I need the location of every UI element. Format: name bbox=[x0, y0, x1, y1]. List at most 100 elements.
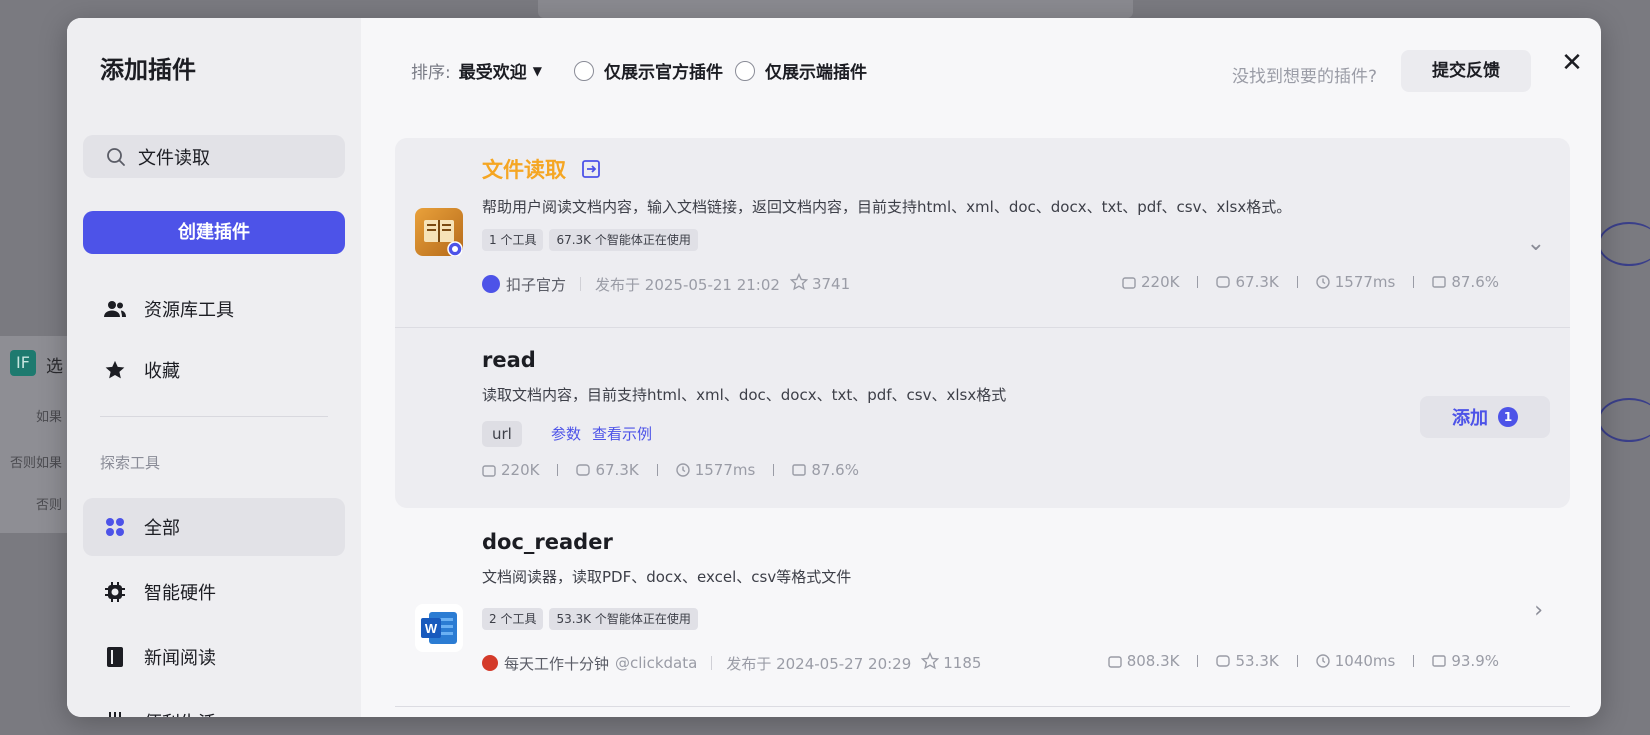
sort-label: 排序: bbox=[411, 63, 451, 83]
sidebar-divider bbox=[100, 416, 328, 417]
modal-title: 添加插件 bbox=[100, 56, 196, 84]
users-icon bbox=[104, 298, 126, 320]
add-count-badge: 1 bbox=[1498, 407, 1518, 427]
star-outline-icon bbox=[789, 272, 809, 295]
search-input[interactable] bbox=[138, 146, 318, 167]
view-example-link[interactable]: 查看示例 bbox=[592, 423, 652, 444]
close-icon[interactable]: ✕ bbox=[1557, 48, 1587, 78]
sidebar-item-convenience[interactable]: 便利生活 bbox=[83, 693, 345, 717]
sidebar-item-label: 资源库工具 bbox=[144, 300, 234, 321]
params-link[interactable]: 参数 bbox=[551, 423, 581, 444]
plugin-stats: 220K 67.3K 1577ms 87.6% bbox=[1122, 273, 1499, 291]
stat-latency: 1577ms bbox=[694, 461, 756, 479]
plugin-list-panel: 排序: 最受欢迎 ▼ 仅展示官方插件 仅展示端插件 没找到想要的插件? 提交反馈… bbox=[361, 18, 1601, 717]
plugin-stats: 808.3K 53.3K 1040ms 93.9% bbox=[1108, 652, 1499, 670]
feedback-button[interactable]: 提交反馈 bbox=[1401, 50, 1531, 92]
chevron-right-icon[interactable]: › bbox=[1534, 598, 1543, 623]
publish-date: 发布于 2025-05-21 21:02 bbox=[595, 275, 780, 294]
sidebar-item-favorites[interactable]: 收藏 bbox=[83, 341, 345, 399]
stat-latency: 1040ms bbox=[1334, 652, 1396, 670]
sidebar-item-label: 便利生活 bbox=[144, 709, 216, 717]
sidebar-item-label: 收藏 bbox=[144, 361, 180, 382]
tool-count-tag: 2 个工具 bbox=[482, 608, 544, 630]
book-icon bbox=[104, 646, 126, 668]
param-tag-url: url bbox=[482, 421, 522, 447]
open-link-icon[interactable] bbox=[581, 159, 601, 184]
stat-agents: 53.3K bbox=[1235, 652, 1279, 670]
sidebar-item-news[interactable]: 新闻阅读 bbox=[83, 628, 345, 686]
stat-calls: 220K bbox=[1141, 273, 1180, 291]
bot-icon bbox=[1108, 656, 1122, 668]
if-node-line: 如果 bbox=[36, 410, 63, 425]
plugin-title[interactable]: 文件读取 bbox=[482, 158, 566, 182]
official-only-label[interactable]: 仅展示官方插件 bbox=[604, 58, 723, 83]
bot-icon bbox=[482, 465, 496, 477]
tool-description: 读取文档内容，目前支持html、xml、doc、docx、txt、pdf、csv… bbox=[482, 386, 1007, 404]
create-plugin-button[interactable]: 创建插件 bbox=[83, 211, 345, 254]
author-avatar bbox=[482, 655, 498, 671]
sidebar-item-label: 智能硬件 bbox=[144, 583, 216, 604]
chevron-down-icon[interactable]: ⌄ bbox=[1527, 231, 1545, 256]
stat-success-rate: 87.6% bbox=[811, 461, 859, 479]
sidebar: 添加插件 创建插件 资源库工具 收藏 探索工具 全部 bbox=[67, 18, 361, 717]
stat-calls: 808.3K bbox=[1126, 652, 1180, 670]
background-card bbox=[538, 0, 1133, 18]
tool-count-tag: 1 个工具 bbox=[482, 229, 544, 251]
caret-down-icon[interactable]: ▼ bbox=[533, 64, 542, 78]
plugin-author: 扣子官方 bbox=[506, 275, 567, 294]
list-divider bbox=[395, 706, 1570, 707]
star-outline-icon bbox=[921, 651, 940, 674]
add-tool-button[interactable]: 添加 1 bbox=[1420, 396, 1550, 438]
tool-name: read bbox=[482, 348, 536, 372]
sidebar-item-smart-hardware[interactable]: 智能硬件 bbox=[83, 563, 345, 621]
sort-dropdown[interactable]: 最受欢迎 bbox=[459, 58, 527, 83]
usage-tag: 53.3K 个智能体正在使用 bbox=[549, 608, 698, 630]
plugin-card-expanded bbox=[395, 138, 1570, 508]
if-node-line: 否则 bbox=[36, 498, 63, 513]
agent-icon bbox=[1216, 655, 1231, 667]
plugin-title[interactable]: doc_reader bbox=[482, 530, 613, 554]
stat-latency: 1577ms bbox=[1334, 273, 1396, 291]
plugin-description: 文档阅读器，读取PDF、docx、excel、csv等格式文件 bbox=[482, 568, 852, 586]
stat-agents: 67.3K bbox=[1235, 273, 1279, 291]
success-rate-icon bbox=[1432, 655, 1447, 667]
clock-icon bbox=[1316, 275, 1330, 289]
if-node-title: 选 bbox=[46, 357, 63, 377]
explore-section-title: 探索工具 bbox=[100, 454, 161, 472]
device-only-radio[interactable] bbox=[734, 60, 755, 81]
official-only-radio[interactable] bbox=[573, 60, 594, 81]
clock-icon bbox=[1316, 654, 1330, 668]
grid-icon bbox=[104, 516, 126, 538]
agent-icon bbox=[1216, 276, 1231, 288]
plugin-author: 每天工作十分钟 bbox=[504, 654, 610, 673]
star-count: 1185 bbox=[943, 654, 982, 672]
search-box[interactable] bbox=[83, 135, 345, 178]
stat-success-rate: 87.6% bbox=[1451, 273, 1499, 291]
author-handle: @clickdata bbox=[615, 654, 698, 672]
success-rate-icon bbox=[792, 464, 807, 476]
official-badge-icon bbox=[482, 275, 500, 293]
word-logo-icon: W bbox=[415, 604, 463, 652]
sidebar-item-all[interactable]: 全部 bbox=[83, 498, 345, 556]
sidebar-item-label: 全部 bbox=[144, 518, 180, 539]
sidebar-item-library-tools[interactable]: 资源库工具 bbox=[83, 280, 345, 338]
file-reader-logo-icon bbox=[415, 208, 463, 257]
success-rate-icon bbox=[1432, 276, 1447, 288]
bot-icon bbox=[1122, 277, 1136, 289]
if-node-badge: IF bbox=[10, 350, 36, 376]
tool-divider bbox=[395, 327, 1570, 328]
if-node-line: 否则如果 bbox=[10, 456, 63, 471]
search-icon bbox=[107, 147, 125, 166]
stat-calls: 220K bbox=[501, 461, 540, 479]
usage-tag: 67.3K 个智能体正在使用 bbox=[549, 229, 698, 251]
publish-date: 发布于 2024-05-27 20:29 bbox=[726, 654, 912, 673]
meta-separator bbox=[711, 656, 713, 670]
sidebar-item-label: 新闻阅读 bbox=[144, 648, 216, 669]
stat-agents: 67.3K bbox=[595, 461, 639, 479]
filter-toolbar: 排序: 最受欢迎 ▼ 仅展示官方插件 仅展示端插件 bbox=[411, 58, 879, 83]
meta-separator bbox=[580, 277, 582, 291]
device-only-label[interactable]: 仅展示端插件 bbox=[765, 58, 867, 83]
add-plugin-modal: 添加插件 创建插件 资源库工具 收藏 探索工具 全部 bbox=[67, 18, 1601, 717]
svg-text:W: W bbox=[425, 621, 438, 636]
plugin-meta: 扣子官方 发布于 2025-05-21 21:02 3741 bbox=[482, 272, 850, 295]
